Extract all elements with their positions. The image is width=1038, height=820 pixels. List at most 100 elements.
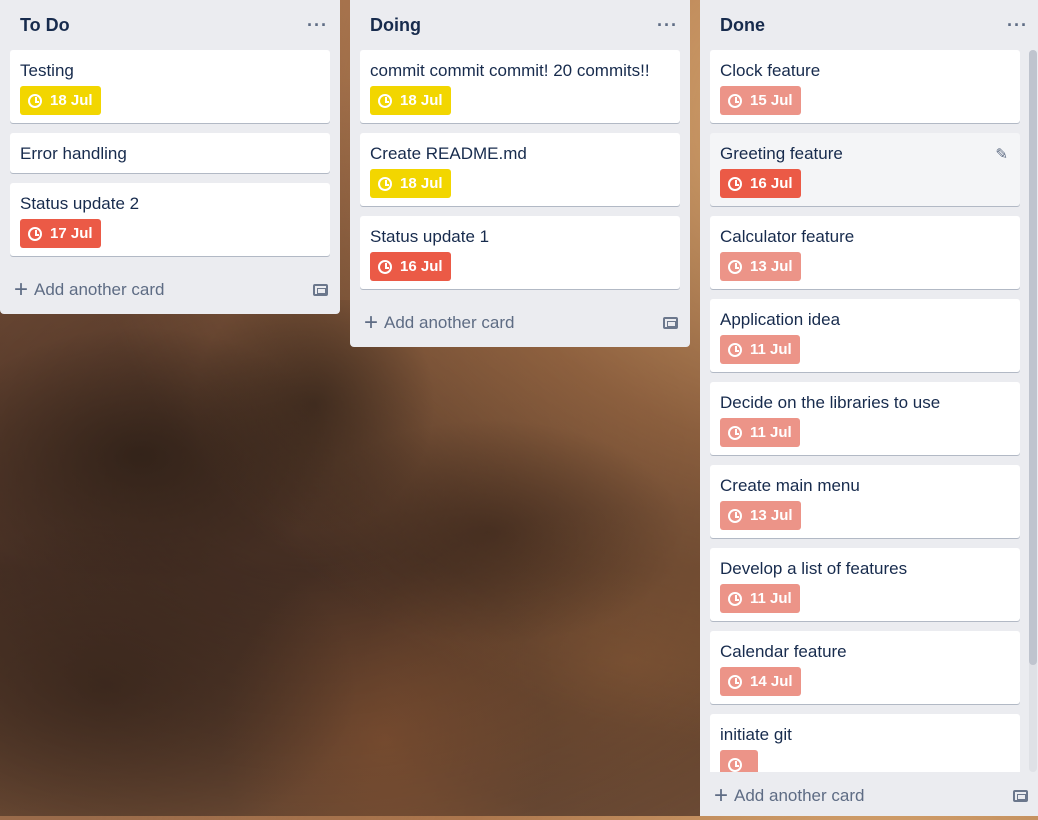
due-date-badge[interactable]: 13 Jul [720,252,801,281]
card-title: Create README.md [370,144,527,163]
due-date-badge[interactable] [720,750,758,772]
card[interactable]: Status update 2 17 Jul [10,183,330,256]
due-date: 14 Jul [750,673,793,690]
due-date-badge[interactable]: 11 Jul [720,584,800,613]
due-date: 15 Jul [750,92,793,109]
clock-icon [728,176,742,191]
due-date: 11 Jul [750,590,792,607]
clock-icon [728,508,742,523]
clock-icon [378,259,392,274]
card-list: Testing 18 Jul Error handling Status upd… [0,50,340,256]
list-header: Done ··· [700,0,1038,50]
add-card-button[interactable]: + Add another card [350,299,690,347]
list-doing: Doing ··· commit commit commit! 20 commi… [350,0,690,347]
card-title: Create main menu [720,476,860,495]
card[interactable]: Status update 1 16 Jul [360,216,680,289]
due-date-badge[interactable]: 15 Jul [720,86,801,115]
due-date-badge[interactable]: 17 Jul [20,219,101,248]
due-date: 13 Jul [750,258,793,275]
card-template-icon[interactable] [1013,790,1028,802]
card-title: Clock feature [720,61,821,80]
card-title: Error handling [20,144,127,163]
clock-icon [28,93,42,108]
due-date-badge[interactable]: 16 Jul [720,169,801,198]
card-title: Testing [20,61,74,80]
clock-icon [378,93,392,108]
due-date: 11 Jul [750,424,792,441]
due-date: 17 Jul [50,225,93,242]
due-date: 18 Jul [50,92,93,109]
due-date: 18 Jul [400,92,443,109]
card-template-icon[interactable] [313,284,328,296]
list-header: To Do ··· [0,0,340,50]
due-date-badge[interactable]: 14 Jul [720,667,801,696]
list-title[interactable]: Doing [370,15,421,36]
card[interactable]: Testing 18 Jul [10,50,330,123]
clock-icon [728,425,742,440]
card-title: Develop a list of features [720,559,908,578]
card[interactable]: Greeting feature ✎ 16 Jul [710,133,1020,206]
card[interactable]: Decide on the libraries to use 11 Jul [710,382,1020,455]
add-card-button[interactable]: + Add another card [700,772,1038,820]
due-date: 16 Jul [400,258,443,275]
due-date-badge[interactable]: 13 Jul [720,501,801,530]
add-card-label: Add another card [384,313,515,332]
list-menu-icon[interactable]: ··· [657,15,678,36]
card-title: commit commit commit! 20 commits!! [370,61,650,80]
clock-icon [728,591,742,606]
clock-icon [728,93,742,108]
list-title[interactable]: Done [720,15,765,36]
scrollbar-thumb[interactable] [1029,50,1037,665]
plus-icon: + [714,782,729,809]
due-date-badge[interactable]: 11 Jul [720,418,800,447]
card-title: Calendar feature [720,642,847,661]
card[interactable]: Clock feature 15 Jul [710,50,1020,123]
due-date-badge[interactable]: 18 Jul [370,86,451,115]
card-title: Application idea [720,310,841,329]
add-card-label: Add another card [34,280,165,299]
list-header: Doing ··· [350,0,690,50]
list-done: Done ··· Clock feature 15 Jul Greeting f… [700,0,1038,816]
card[interactable]: Application idea 11 Jul [710,299,1020,372]
card-title: initiate git [720,725,792,744]
card[interactable]: Error handling [10,133,330,173]
card-title: Calculator feature [720,227,855,246]
add-card-label: Add another card [734,786,865,805]
due-date-badge[interactable]: 16 Jul [370,252,451,281]
list-menu-icon[interactable]: ··· [1007,15,1028,36]
due-date-badge[interactable]: 18 Jul [370,169,451,198]
card-title: Status update 1 [370,227,490,246]
scrollbar[interactable] [1029,50,1037,772]
card[interactable]: Calculator feature 13 Jul [710,216,1020,289]
board-background [0,300,700,816]
due-date: 13 Jul [750,507,793,524]
clock-icon [728,674,742,689]
card-list-scroll[interactable]: Clock feature 15 Jul Greeting feature ✎ … [700,50,1038,772]
clock-icon [728,757,742,772]
due-date: 16 Jul [750,175,793,192]
card[interactable]: Develop a list of features 11 Jul [710,548,1020,621]
card-title: Status update 2 [20,194,140,213]
plus-icon: + [364,309,379,336]
clock-icon [28,226,42,241]
card-template-icon[interactable] [663,317,678,329]
due-date-badge[interactable]: 11 Jul [720,335,800,364]
card-list: commit commit commit! 20 commits!! 18 Ju… [350,50,690,289]
add-card-button[interactable]: + Add another card [0,266,340,314]
clock-icon [728,342,742,357]
card[interactable]: initiate git [710,714,1020,772]
list-title[interactable]: To Do [20,15,70,36]
card[interactable]: Calendar feature 14 Jul [710,631,1020,704]
clock-icon [378,176,392,191]
clock-icon [728,259,742,274]
list-menu-icon[interactable]: ··· [307,15,328,36]
edit-pencil-icon[interactable]: ✎ [995,145,1008,163]
card[interactable]: Create main menu 13 Jul [710,465,1020,538]
due-date: 18 Jul [400,175,443,192]
card-title: Greeting feature [720,144,843,163]
list-to-do: To Do ··· Testing 18 Jul Error handling … [0,0,340,314]
due-date-badge[interactable]: 18 Jul [20,86,101,115]
plus-icon: + [14,276,29,303]
card[interactable]: commit commit commit! 20 commits!! 18 Ju… [360,50,680,123]
card[interactable]: Create README.md 18 Jul [360,133,680,206]
